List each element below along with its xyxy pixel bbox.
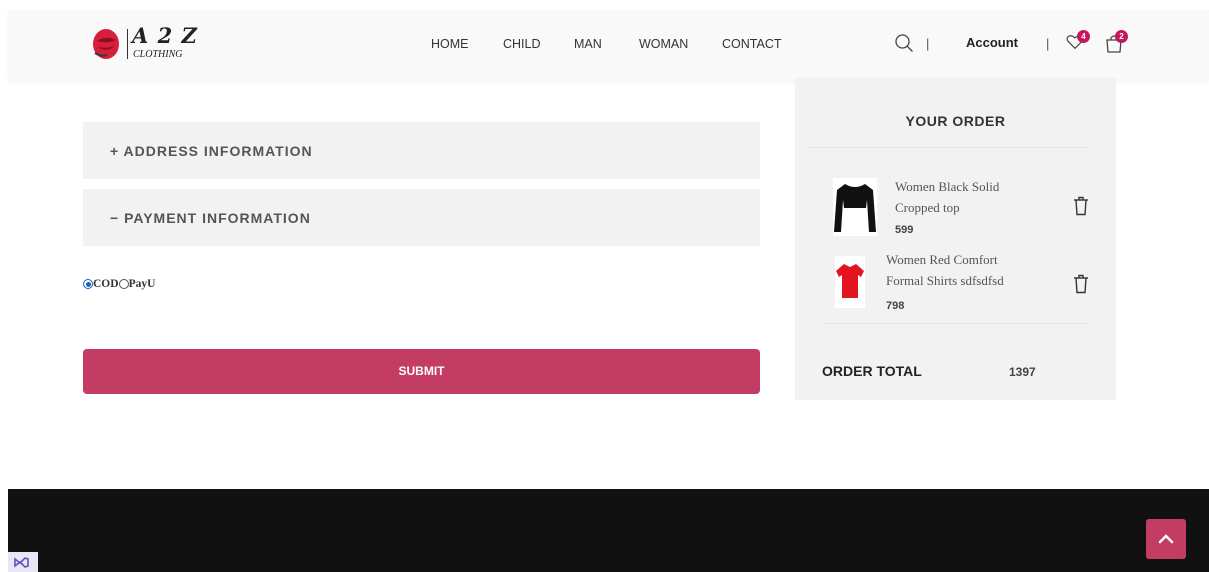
product-image-black-top[interactable] <box>833 178 877 236</box>
order-item-price: 599 <box>895 224 914 236</box>
payu-label[interactable]: PayU <box>129 278 156 290</box>
logo-text: A 2 Z <box>132 23 198 48</box>
payment-information-label: − PAYMENT INFORMATION <box>110 210 311 226</box>
address-information-label: + ADDRESS INFORMATION <box>110 143 313 159</box>
order-item-price: 798 <box>886 300 905 312</box>
trash-icon[interactable] <box>1073 196 1089 216</box>
divider <box>822 323 1088 324</box>
product-image-red-shirt[interactable] <box>835 256 865 308</box>
checkout-page: A 2 Z CLOTHING HOME CHILD MAN WOMAN CONT… <box>0 0 1209 572</box>
payment-information-section[interactable]: − PAYMENT INFORMATION <box>83 189 760 246</box>
cart-count-badge: 2 <box>1115 30 1128 43</box>
payu-radio[interactable] <box>118 279 129 289</box>
wishlist-count-badge: 4 <box>1077 30 1090 43</box>
account-link[interactable]: Account <box>966 35 1018 50</box>
site-logo[interactable]: A 2 Z CLOTHING <box>92 23 217 65</box>
nav-home[interactable]: HOME <box>431 37 469 51</box>
order-item-name[interactable]: Women Red Comfort Formal Shirts sdfsdfsd <box>886 249 1004 291</box>
order-total-label: ORDER TOTAL <box>822 363 922 379</box>
scroll-to-top-button[interactable] <box>1146 519 1186 559</box>
site-footer <box>8 489 1209 572</box>
payment-options: COD PayU <box>83 278 155 290</box>
order-item-name[interactable]: Women Black Solid Cropped top <box>895 176 999 218</box>
logo-lips-icon <box>93 29 119 59</box>
logo-divider <box>127 29 128 59</box>
cod-label[interactable]: COD <box>93 278 119 290</box>
order-summary: YOUR ORDER Women Black Solid Cropped top… <box>795 78 1116 400</box>
cod-radio[interactable] <box>83 279 93 289</box>
header-separator: | <box>1046 36 1050 51</box>
header-separator: | <box>926 36 930 51</box>
address-information-section[interactable]: + ADDRESS INFORMATION <box>83 122 760 179</box>
divider <box>808 147 1090 148</box>
nav-child[interactable]: CHILD <box>503 37 541 51</box>
visual-studio-icon[interactable] <box>8 552 38 572</box>
nav-contact[interactable]: CONTACT <box>722 37 782 51</box>
logo-subtitle: CLOTHING <box>133 49 183 60</box>
order-total-value: 1397 <box>1009 365 1036 379</box>
submit-button[interactable]: SUBMIT <box>83 349 760 394</box>
trash-icon[interactable] <box>1073 274 1089 294</box>
nav-woman[interactable]: WOMAN <box>639 37 688 51</box>
order-title: YOUR ORDER <box>905 113 1006 129</box>
site-header: A 2 Z CLOTHING HOME CHILD MAN WOMAN CONT… <box>8 9 1209 81</box>
nav-man[interactable]: MAN <box>574 37 602 51</box>
search-icon[interactable] <box>894 33 914 53</box>
